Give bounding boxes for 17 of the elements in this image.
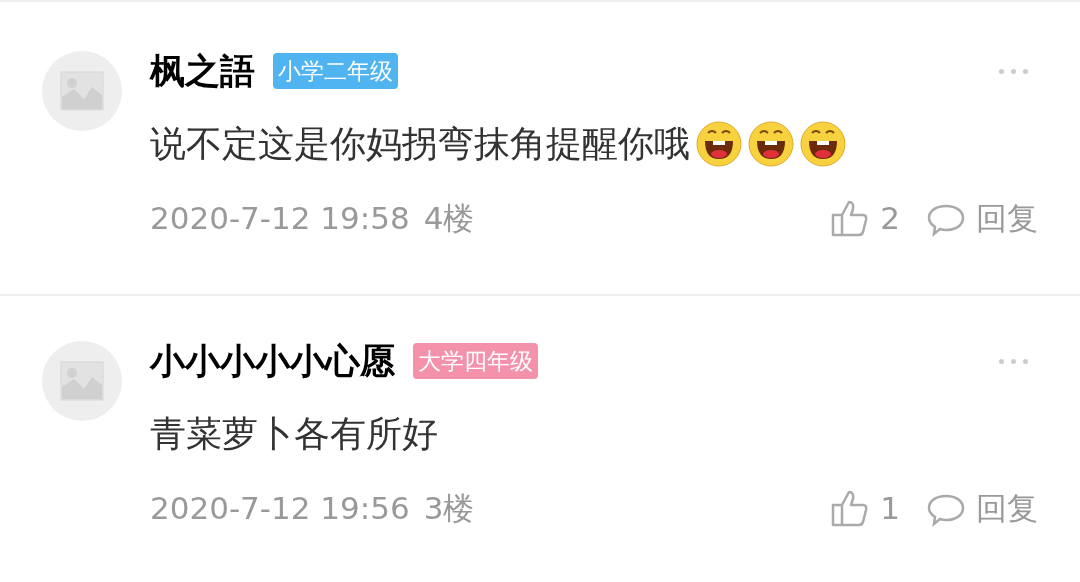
- like-count: 1: [880, 488, 900, 528]
- laughing-face-icon: [696, 121, 742, 167]
- grade-tag: 大学四年级: [413, 343, 538, 379]
- comment-text: 青菜萝卜各有所好: [150, 416, 438, 452]
- floor-number: 4楼: [423, 198, 475, 238]
- comment-text: 说不定这是你妈拐弯抹角提醒你哦: [150, 126, 690, 162]
- username[interactable]: 小小小小小心愿: [150, 343, 395, 379]
- laughing-face-icon: [748, 121, 794, 167]
- image-placeholder-icon: [60, 361, 104, 401]
- timestamp: 2020-7-12 19:58: [150, 198, 410, 238]
- like-count: 2: [880, 198, 900, 238]
- image-placeholder-icon: [60, 71, 104, 111]
- grade-tag: 小学二年级: [273, 53, 398, 89]
- floor-number: 3楼: [423, 488, 475, 528]
- timestamp: 2020-7-12 19:56: [150, 488, 410, 528]
- laughing-face-icon: [800, 121, 846, 167]
- username[interactable]: 枫之語: [150, 53, 255, 89]
